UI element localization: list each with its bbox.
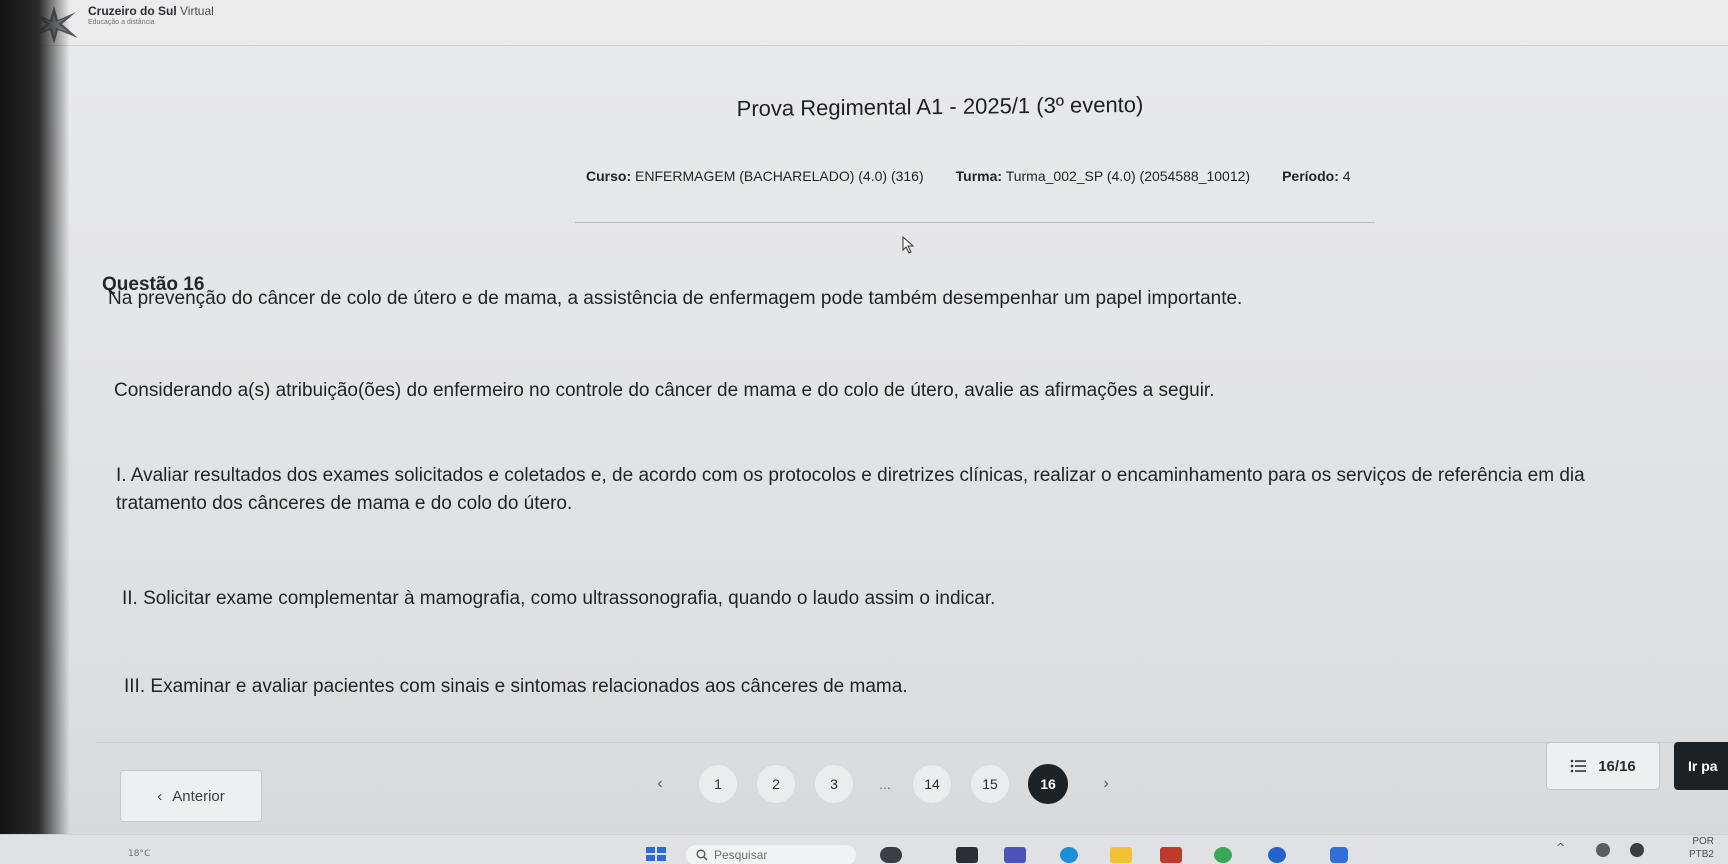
statement-2: II. Solicitar exame complementar à mamog…: [122, 588, 996, 609]
question-counter: 16/16: [1598, 757, 1636, 775]
language-code: POR: [1692, 836, 1714, 847]
brand-suffix: Virtual: [180, 4, 214, 18]
tray-app-icon[interactable]: [1596, 843, 1610, 857]
go-to-button[interactable]: Ir pa: [1674, 742, 1728, 790]
question-pager: ‹ 1 2 3 ... 14 15 16 ›: [640, 762, 1144, 806]
chrome-icon[interactable]: [1214, 847, 1232, 863]
course-label: Curso:: [586, 168, 632, 184]
teams-icon[interactable]: [1004, 847, 1026, 863]
page-button-3[interactable]: 3: [814, 764, 854, 804]
page-button-16-active[interactable]: 16: [1028, 764, 1068, 804]
page-ellipsis: ...: [879, 776, 891, 792]
class-info: Turma: Turma_002_SP (4.0) (2054588_10012…: [940, 168, 1266, 184]
search-icon: [696, 849, 708, 861]
mouse-pointer-icon: [902, 236, 915, 254]
previous-button[interactable]: ‹ Anterior: [120, 770, 262, 822]
question-prompt: Considerando a(s) atribuição(ões) do enf…: [114, 380, 1215, 401]
taskbar-search[interactable]: Pesquisar: [686, 845, 856, 864]
period-info: Período: 4: [1266, 168, 1366, 184]
brand-text: Cruzeiro do Sul Virtual Educação a distâ…: [88, 4, 214, 27]
course-value: ENFERMAGEM (BACHARELADO) (4.0) (316): [635, 168, 924, 184]
statement-1-line-1: I. Avaliar resultados dos exames solicit…: [116, 465, 1585, 486]
edge-icon[interactable]: [1060, 847, 1078, 863]
list-icon: [1570, 759, 1587, 773]
chevron-left-icon: ‹: [157, 787, 163, 805]
app-icon[interactable]: [1268, 847, 1286, 863]
period-value: 4: [1342, 168, 1351, 184]
footer-divider: [96, 742, 1728, 743]
file-explorer-icon[interactable]: [1110, 847, 1132, 863]
page-button-1[interactable]: 1: [698, 764, 738, 804]
brand-name: Cruzeiro do Sul Virtual: [88, 4, 214, 18]
pager-prev-button[interactable]: ‹: [640, 764, 680, 804]
store-icon[interactable]: [1160, 847, 1182, 863]
tray-app-icon-2[interactable]: [1630, 843, 1644, 857]
pager-next-button[interactable]: ›: [1086, 764, 1126, 804]
page-button-15[interactable]: 15: [970, 764, 1010, 804]
app-icon-2[interactable]: [1330, 847, 1348, 863]
language-indicator[interactable]: POR PTB2: [1689, 835, 1714, 861]
brand-tagline: Educação a distância: [88, 19, 155, 26]
windows-taskbar: 18°C Pesquisar ^ POR PTB2: [0, 834, 1728, 864]
chevron-up-icon[interactable]: ^: [1556, 841, 1565, 854]
page-button-14[interactable]: 14: [912, 764, 952, 804]
meta-divider-line: [575, 222, 1375, 223]
period-label: Período:: [1282, 168, 1339, 184]
question-counter-button[interactable]: 16/16: [1546, 742, 1660, 790]
statement-3: III. Examinar e avaliar pacientes com si…: [124, 676, 908, 697]
search-placeholder: Pesquisar: [714, 848, 768, 862]
site-header: Cruzeiro do Sul Virtual Educação a distâ…: [0, 0, 1728, 46]
keyboard-layout: PTB2: [1688, 849, 1714, 860]
browser-viewport: Cruzeiro do Sul Virtual Educação a distâ…: [0, 0, 1728, 864]
question-intro: Na prevenção do câncer de colo de útero …: [108, 288, 1243, 309]
windows-start-icon[interactable]: [646, 847, 666, 861]
copilot-icon[interactable]: [880, 847, 902, 863]
previous-label: Anterior: [172, 787, 225, 805]
weather-widget[interactable]: 18°C: [128, 849, 150, 859]
class-value: Turma_002_SP (4.0) (2054588_10012): [1005, 168, 1251, 184]
class-label: Turma:: [955, 168, 1003, 184]
monitor-bezel: [0, 0, 70, 864]
task-view-icon[interactable]: [956, 847, 978, 863]
page-title: Prova Regimental A1 - 2025/1 (3º evento): [736, 91, 1144, 122]
page-button-2[interactable]: 2: [756, 764, 796, 804]
statement-1-line-2: tratamento dos cânceres de mama e do col…: [116, 493, 573, 514]
exam-meta: Curso: ENFERMAGEM (BACHARELADO) (4.0) (3…: [570, 162, 1360, 190]
course-info: Curso: ENFERMAGEM (BACHARELADO) (4.0) (3…: [570, 168, 940, 184]
